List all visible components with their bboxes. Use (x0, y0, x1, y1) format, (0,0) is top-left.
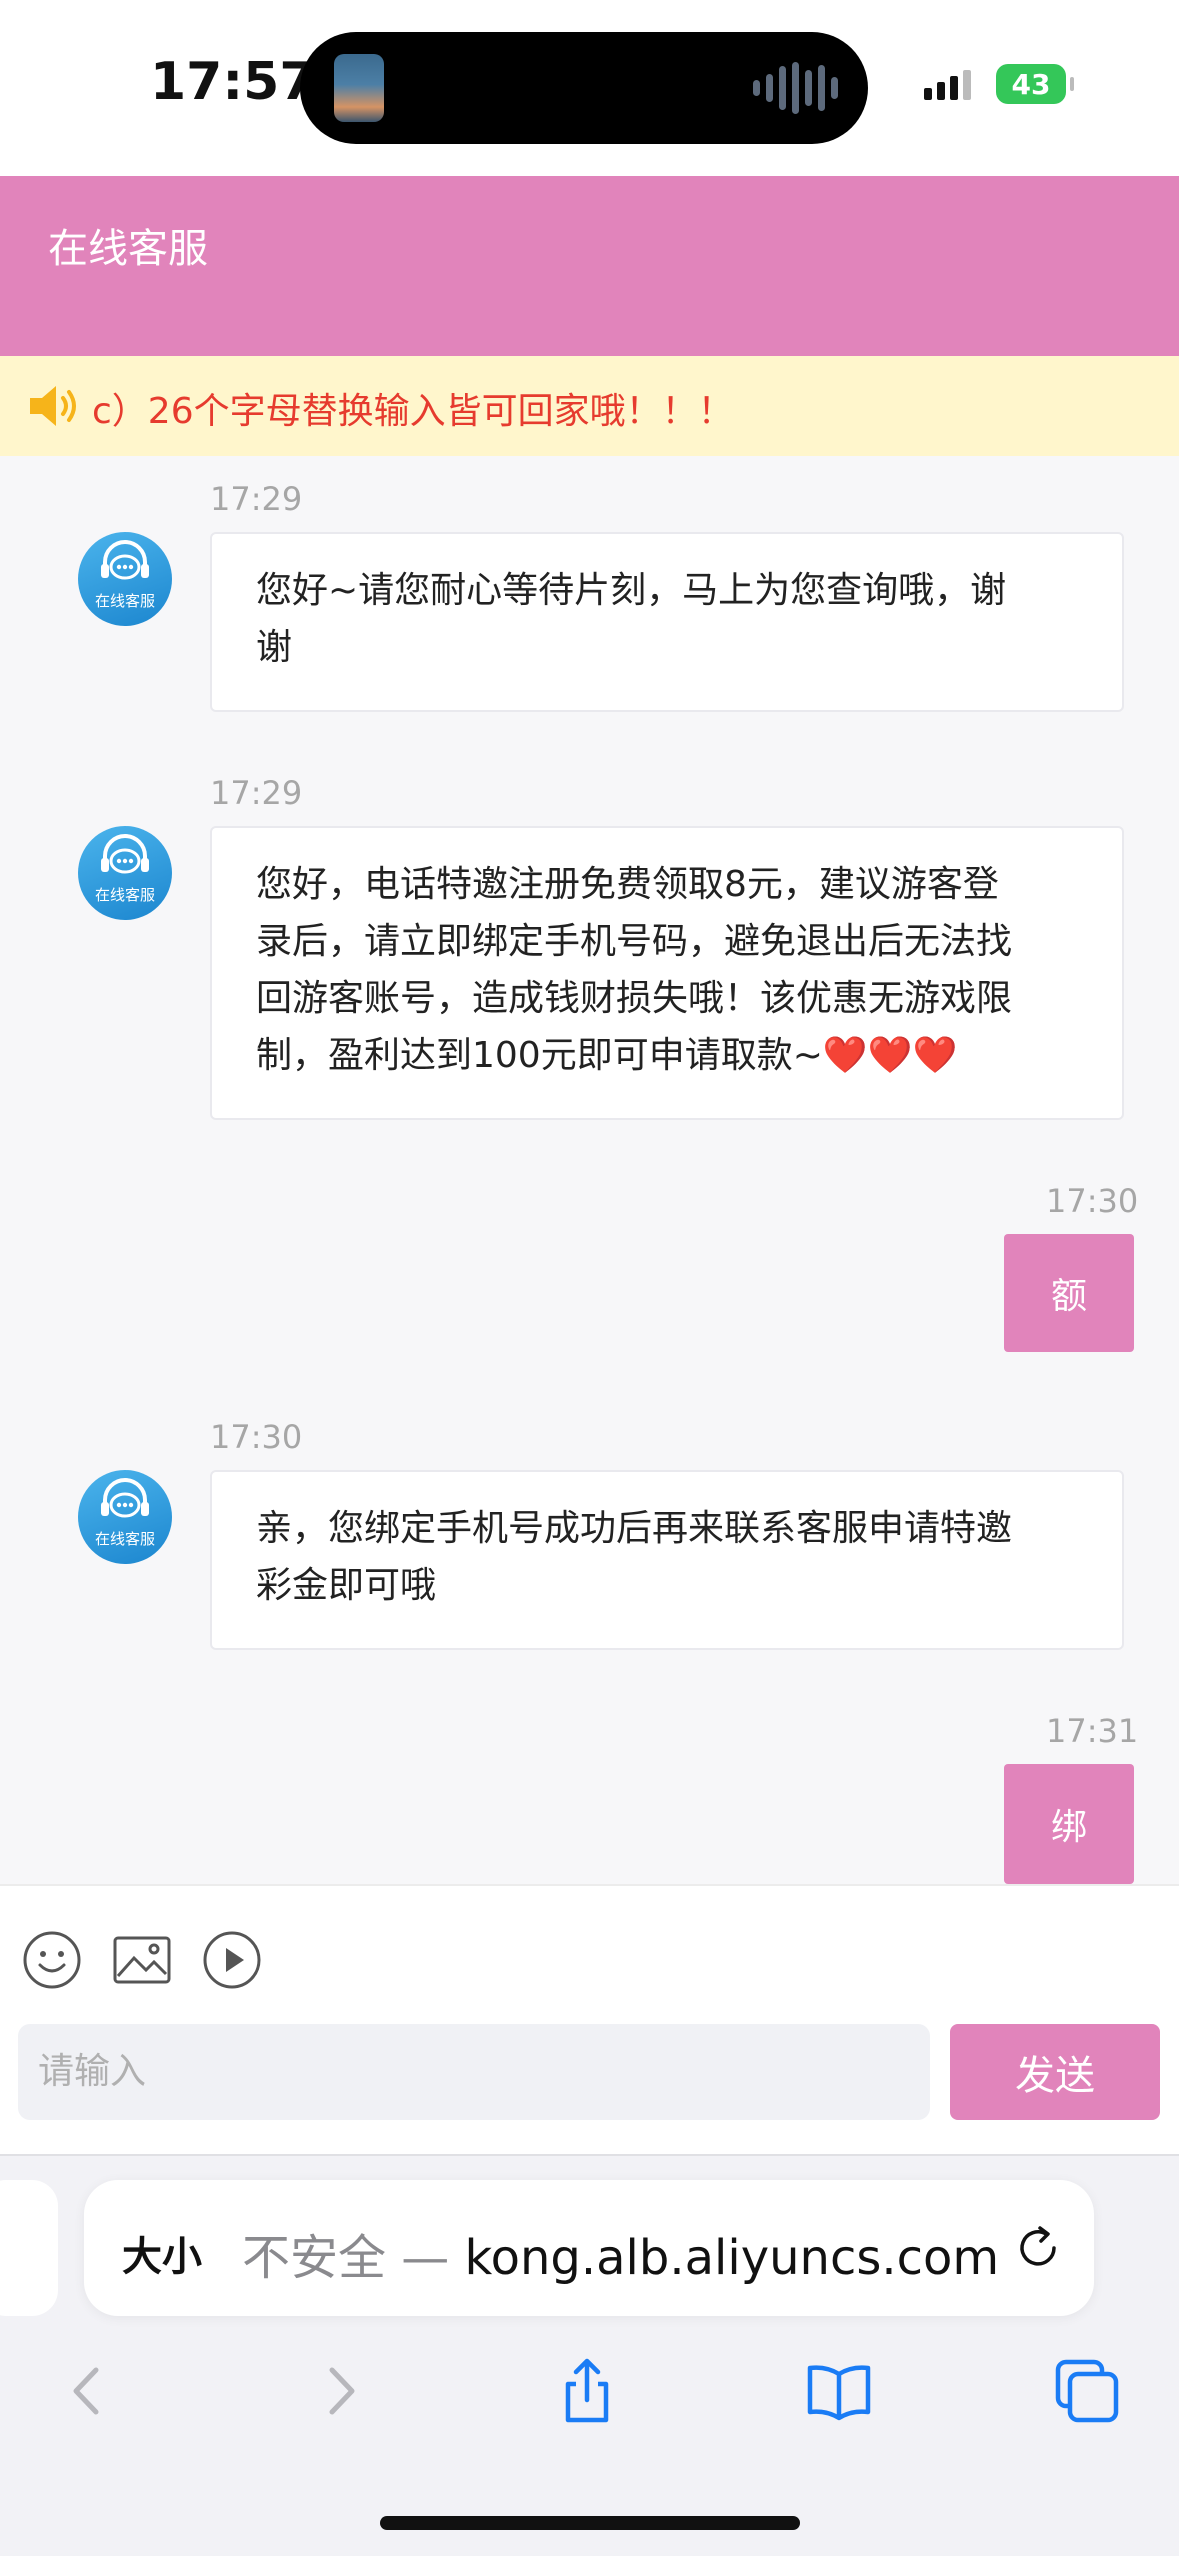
message-timestamp: 17:30 (1046, 1182, 1139, 1220)
message-line: 回游客账号，造成钱财损失哦！该优惠无游戏限 (256, 978, 1013, 1019)
agent-avatar: 在线客服 (78, 532, 172, 626)
notice-bar: c）26个字母替换输入皆可回家哦！！！ (0, 356, 1179, 456)
headset-chat-icon (101, 1478, 149, 1518)
message-line: 制，盈利达到100元即可申请取款~❤️❤️❤️ (256, 1027, 1078, 1084)
back-icon[interactable] (52, 2356, 122, 2426)
text-size-button[interactable]: 大小 (122, 2224, 202, 2282)
message-input[interactable]: 请输入 (18, 2024, 930, 2120)
avatar-label: 在线客服 (94, 886, 155, 904)
user-message-bubble: 额 (1004, 1234, 1134, 1352)
battery-indicator: 43 (996, 64, 1074, 104)
agent-message-bubble: 亲，您绑定手机号成功后再来联系客服申请特邀 彩金即可哦 (210, 1470, 1124, 1650)
heart-emoji: ❤️❤️❤️ (822, 1035, 958, 1076)
chat-message-list[interactable]: 17:29 在线客服 您好~请您耐心等待片刻，马上为您查询哦，谢 谢 17:29 (0, 456, 1179, 1884)
battery-level: 43 (1011, 67, 1051, 101)
agent-avatar: 在线客服 (78, 1470, 172, 1564)
url-text: 不安全 — kong.alb.aliyuncs.com (242, 2218, 999, 2288)
now-playing-artwork (334, 54, 384, 122)
headset-chat-icon (101, 834, 149, 874)
message-timestamp: 17:29 (210, 774, 303, 812)
agent-avatar: 在线客服 (78, 826, 172, 920)
agent-message-bubble: 您好~请您耐心等待片刻，马上为您查询哦，谢 谢 (210, 532, 1124, 712)
url-host: kong.alb.aliyuncs.com (464, 2230, 1000, 2286)
emoji-icon[interactable] (22, 1930, 82, 1990)
speaker-icon (30, 386, 76, 426)
page-title: 在线客服 (48, 226, 208, 272)
avatar-label: 在线客服 (94, 1530, 155, 1548)
previous-tab-peek[interactable] (0, 2180, 58, 2316)
dynamic-island[interactable] (300, 32, 868, 144)
status-time: 17:57 (150, 52, 316, 112)
message-line: 您好~请您耐心等待片刻，马上为您查询哦，谢 (256, 570, 1007, 611)
browser-toolbar: 大小 不安全 — kong.alb.aliyuncs.com (0, 2154, 1179, 2556)
message-line: 谢 (256, 627, 293, 668)
message-text: 制，盈利达到100元即可申请取款~ (256, 1035, 823, 1076)
message-line: 您好，电话特邀注册免费领取8元，建议游客登 (256, 864, 999, 905)
message-timestamp: 17:30 (210, 1418, 303, 1456)
video-play-icon[interactable] (202, 1930, 262, 1990)
composer: 请输入 发送 (0, 1884, 1179, 2154)
message-line: 彩金即可哦 (256, 1565, 437, 1606)
forward-icon[interactable] (306, 2356, 376, 2426)
avatar-label: 在线客服 (94, 592, 155, 610)
share-icon[interactable] (552, 2356, 622, 2426)
cellular-signal-icon (924, 70, 971, 100)
user-message-bubble: 绑 (1004, 1764, 1134, 1884)
message-line: 亲，您绑定手机号成功后再来联系客服申请特邀 (256, 1508, 1013, 1549)
notice-text: c）26个字母替换输入皆可回家哦！！！ (92, 391, 734, 432)
send-button[interactable]: 发送 (950, 2024, 1160, 2120)
chat-header: 在线客服 (0, 176, 1179, 356)
message-timestamp: 17:29 (210, 480, 303, 518)
image-icon[interactable] (112, 1930, 172, 1990)
message-timestamp: 17:31 (1046, 1712, 1139, 1750)
status-bar: 17:57 43 (0, 0, 1179, 176)
home-indicator (380, 2516, 800, 2530)
address-bar[interactable]: 大小 不安全 — kong.alb.aliyuncs.com (84, 2180, 1094, 2316)
bookmarks-icon[interactable] (804, 2356, 874, 2426)
audio-waveform-icon (753, 62, 838, 114)
reload-icon[interactable] (1012, 2222, 1064, 2274)
message-line: 录后，请立即绑定手机号码，避免退出后无法找 (256, 921, 1013, 962)
not-secure-label: 不安全 — (242, 2230, 465, 2286)
agent-message-bubble: 您好，电话特邀注册免费领取8元，建议游客登 录后，请立即绑定手机号码，避免退出后… (210, 826, 1124, 1120)
tabs-icon[interactable] (1052, 2356, 1122, 2426)
headset-chat-icon (101, 540, 149, 580)
